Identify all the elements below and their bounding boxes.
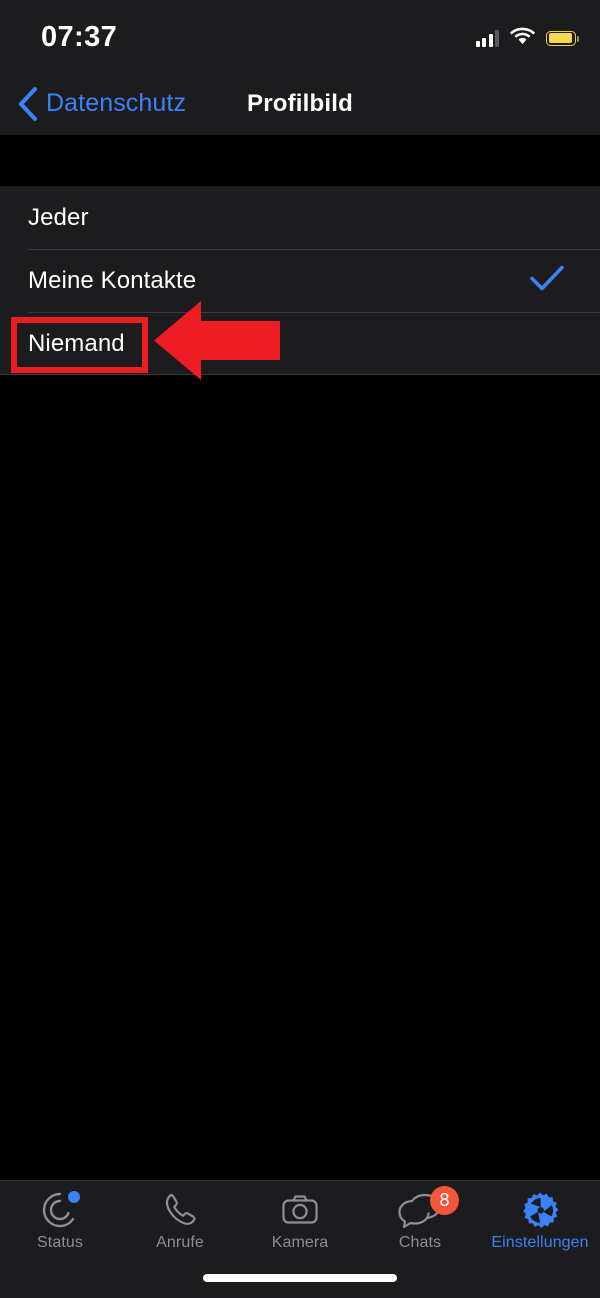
wifi-icon [510,27,535,50]
option-row-meine-kontakte[interactable]: Meine Kontakte [0,249,600,312]
tab-label: Chats [398,1234,442,1251]
status-bar: 07:37 [0,0,600,72]
back-button[interactable]: Datenschutz [18,72,186,135]
list-bottom-separator [0,374,600,375]
status-rings-icon [40,1190,80,1230]
tab-label: Status [37,1234,83,1251]
tab-label: Kamera [271,1234,329,1251]
tab-einstellungen[interactable]: Einstellungen [480,1180,600,1260]
tab-status[interactable]: Status [0,1180,120,1260]
tab-label: Einstellungen [491,1234,589,1251]
battery-low-power-icon [546,30,580,46]
back-button-label: Datenschutz [46,89,187,117]
option-label: Niemand [28,329,125,357]
tab-bar: Status Anrufe Kamera 8 Chats Einstellung… [0,1180,600,1298]
camera-icon [280,1190,320,1230]
status-bar-indicators [475,26,580,50]
option-label: Jeder [28,203,89,231]
gear-icon [520,1190,560,1230]
tab-chats[interactable]: 8 Chats [360,1180,480,1260]
chevron-left-icon [18,86,38,121]
status-unread-dot [68,1191,80,1203]
navigation-bar: Datenschutz Profilbild [0,72,600,135]
option-row-niemand[interactable]: Niemand [0,312,600,375]
cellular-signal-icon [475,29,499,47]
home-indicator[interactable] [203,1274,397,1282]
chats-unread-badge: 8 [430,1186,459,1215]
status-bar-time: 07:37 [41,21,118,53]
option-label: Meine Kontakte [28,266,197,294]
option-row-jeder[interactable]: Jeder [0,186,600,249]
tab-anrufe[interactable]: Anrufe [120,1180,240,1260]
content-gap [0,135,600,186]
tab-label: Anrufe [156,1234,204,1251]
privacy-option-list: Jeder Meine Kontakte Niemand [0,186,600,375]
phone-icon [160,1190,200,1230]
phone-screen: 07:37 Datenschutz Profilbild Jeder Meine… [0,0,600,1298]
chat-bubbles-icon: 8 [398,1186,459,1230]
checkmark-icon [530,265,564,296]
tab-kamera[interactable]: Kamera [240,1180,360,1260]
